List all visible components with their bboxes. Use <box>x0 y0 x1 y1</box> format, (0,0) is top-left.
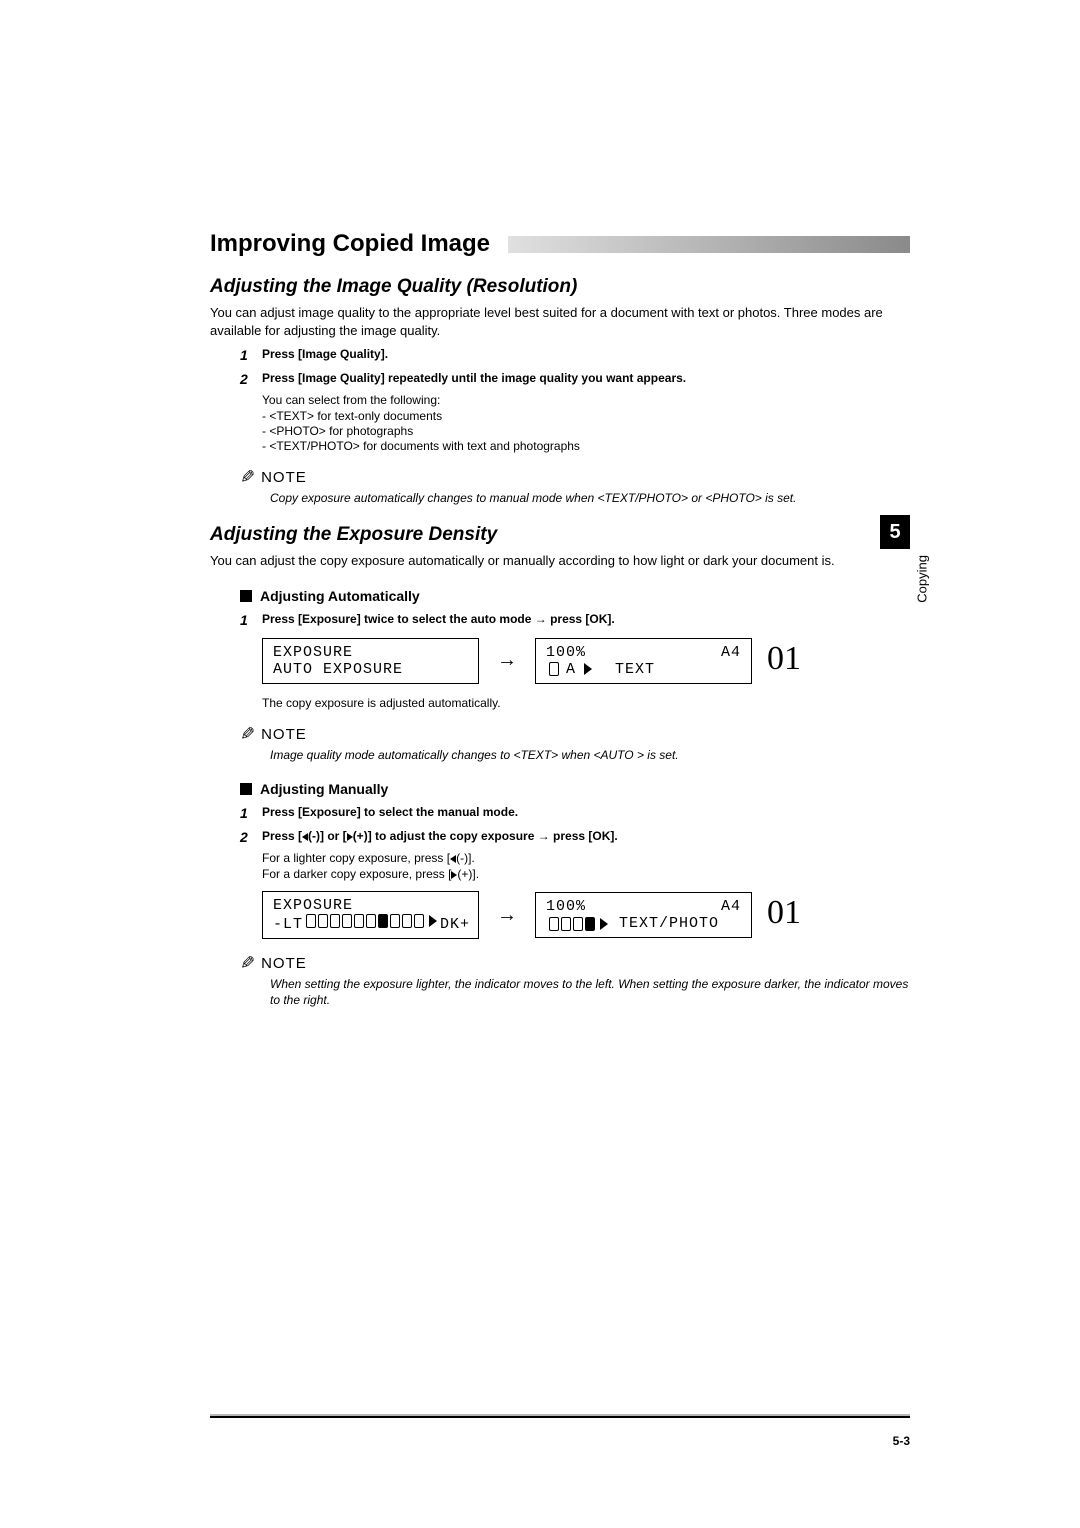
note-body: When setting the exposure lighter, the i… <box>270 976 910 1008</box>
lcd-display-left: EXPOSURE -LT DK+ <box>262 891 479 939</box>
section-heading-image-quality: Adjusting the Image Quality (Resolution) <box>210 276 910 298</box>
subheading-auto: Adjusting Automatically <box>260 588 420 604</box>
footer-rule <box>210 1416 910 1418</box>
chapter-tab: 5 <box>880 515 910 549</box>
note-label: NOTE <box>261 955 307 972</box>
subheading-manual: Adjusting Manually <box>260 781 388 797</box>
copies-count: 01 <box>767 894 801 932</box>
note-label: NOTE <box>261 726 307 743</box>
lcd-line: EXPOSURE <box>273 897 468 914</box>
step-number: 1 <box>240 805 262 821</box>
copies-count: 01 <box>767 640 801 678</box>
note-body: Copy exposure automatically changes to m… <box>270 490 910 506</box>
step-number: 2 <box>240 371 262 387</box>
square-bullet-icon <box>240 590 252 602</box>
step-subtext: You can select from the following: <box>262 393 910 407</box>
lcd-line: -LT DK+ <box>273 914 468 933</box>
step-text: Press [Image Quality]. <box>262 347 388 363</box>
density-bar <box>306 914 437 928</box>
lcd-line: AUTO EXPOSURE <box>273 661 468 678</box>
chapter-label: Copying <box>915 555 930 603</box>
lcd-zoom: 100% <box>546 898 586 915</box>
lcd-mode: TEXT <box>615 661 655 678</box>
step-text: Press [Image Quality] repeatedly until t… <box>262 371 686 387</box>
density-indicator <box>549 915 608 932</box>
pencil-icon: ✎ <box>240 953 255 974</box>
step-tip: For a lighter copy exposure, press [(-)]… <box>262 851 910 865</box>
lcd-paper: A4 <box>721 898 741 915</box>
step-text: Press [(-)] or [(+)] to adjust the copy … <box>262 829 618 845</box>
lcd-paper: A4 <box>721 644 741 661</box>
arrow-right-icon: → <box>497 904 517 927</box>
lcd-display-right: 100% A4 TEXT/PHOTO 01 <box>535 892 752 938</box>
list-item: - <TEXT> for text-only documents <box>262 409 910 423</box>
list-item: - <TEXT/PHOTO> for documents with text a… <box>262 439 910 453</box>
step-text: Press [Exposure] to select the manual mo… <box>262 805 518 821</box>
page-title: Improving Copied Image <box>210 230 490 258</box>
step-tip: For a darker copy exposure, press [(+)]. <box>262 867 910 881</box>
page-number: 5-3 <box>893 1434 910 1448</box>
lcd-line: EXPOSURE <box>273 644 468 661</box>
pencil-icon: ✎ <box>240 724 255 745</box>
step-number: 2 <box>240 829 262 845</box>
pencil-icon: ✎ <box>240 467 255 488</box>
note-label: NOTE <box>261 469 307 486</box>
step-number: 1 <box>240 347 262 363</box>
title-gradient-bar <box>508 236 910 253</box>
step-result: The copy exposure is adjusted automatica… <box>262 696 910 710</box>
arrow-right-icon: → <box>497 649 517 672</box>
square-bullet-icon <box>240 783 252 795</box>
list-item: - <PHOTO> for photographs <box>262 424 910 438</box>
section-intro-image-quality: You can adjust image quality to the appr… <box>210 304 910 339</box>
section-intro-exposure: You can adjust the copy exposure automat… <box>210 552 910 570</box>
lcd-mode: TEXT/PHOTO <box>619 915 719 932</box>
note-body: Image quality mode automatically changes… <box>270 747 910 763</box>
section-heading-exposure: Adjusting the Exposure Density <box>210 524 910 546</box>
density-indicator: A <box>549 661 592 678</box>
lcd-display-right: 100% A4 A TEXT 01 <box>535 638 752 684</box>
lcd-zoom: 100% <box>546 644 586 661</box>
step-number: 1 <box>240 612 262 628</box>
lcd-display-left: EXPOSURE AUTO EXPOSURE <box>262 638 479 684</box>
step-text: Press [Exposure] twice to select the aut… <box>262 612 615 628</box>
